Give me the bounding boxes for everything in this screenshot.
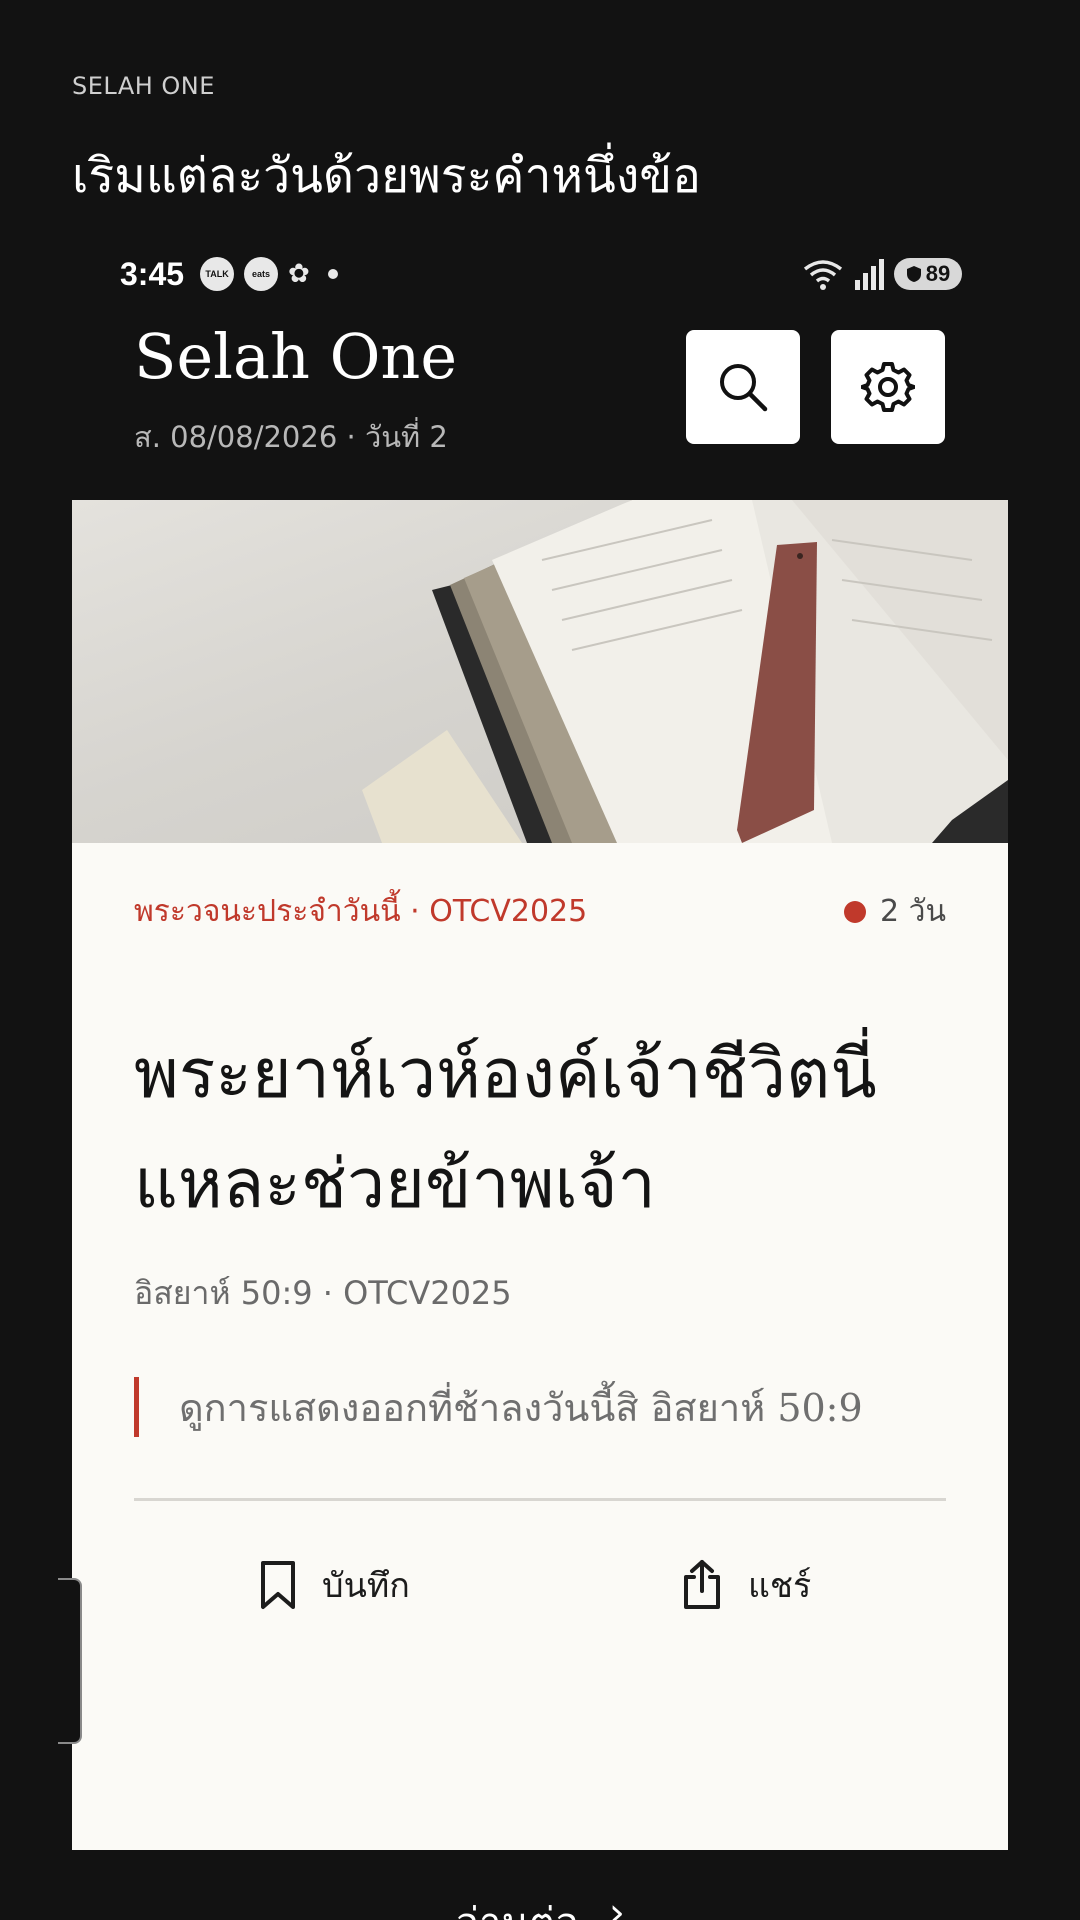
share-label: แชร์ xyxy=(748,1566,812,1606)
streak-indicator: 2 วัน xyxy=(844,888,946,935)
card-category: พระวจนะประจำวันนี้ · OTCV2025 xyxy=(134,894,588,929)
verse-reference: อิสยาห์ 50:9 · OTCV2025 xyxy=(134,1274,512,1312)
side-drawer-handle[interactable] xyxy=(58,1578,82,1744)
search-icon xyxy=(720,364,768,412)
read-more-link[interactable]: อ่านต่อ › xyxy=(0,1890,1080,1920)
search-button[interactable] xyxy=(686,330,800,444)
verse-quote: ดูการแสดงออกที่ช้าลงวันนี้สิ อิสยาห์ 50:… xyxy=(134,1377,946,1437)
chevron-right-icon: › xyxy=(608,1890,625,1920)
eats-notification-icon: eats xyxy=(244,257,279,291)
signal-icon xyxy=(855,259,884,290)
shield-icon xyxy=(906,266,921,282)
verse-quote-text: ดูการแสดงออกที่ช้าลงวันนี้สิ อิสยาห์ 50:… xyxy=(179,1385,863,1430)
talk-notification-icon: TALK xyxy=(200,257,235,291)
battery-level: 89 xyxy=(925,261,951,286)
share-icon xyxy=(684,1560,720,1609)
save-label: บันทึก xyxy=(322,1566,410,1606)
status-right: 89 xyxy=(802,257,962,291)
status-time: 3:45 xyxy=(120,255,185,292)
more-notifications-dot xyxy=(327,269,338,279)
verse-title: พระยาห์เวห์องค์เจ้าชีวิตนี่แหละช่วยข้าพเ… xyxy=(134,1035,877,1224)
hero-image xyxy=(72,500,1008,843)
wifi-icon xyxy=(803,260,843,290)
bible-illustration xyxy=(362,500,1008,843)
app-date: ส. 08/08/2026 · วันที่ 2 xyxy=(134,420,448,454)
promo-eyebrow: SELAH ONE xyxy=(72,72,215,100)
status-left: 3:45 TALK eats ✿ xyxy=(120,256,338,293)
bookmark-icon xyxy=(261,1561,295,1609)
app-header: Selah One ส. 08/08/2026 · วันที่ 2 xyxy=(134,326,457,460)
share-button[interactable]: แชร์ xyxy=(680,1558,811,1612)
settings-button[interactable] xyxy=(831,330,945,444)
read-more-label: อ่านต่อ xyxy=(455,1890,579,1920)
gear-icon xyxy=(861,362,915,412)
card-meta: พระวจนะประจำวันนี้ · OTCV2025 2 วัน xyxy=(134,888,946,935)
save-button[interactable]: บันทึก xyxy=(258,1558,410,1612)
streak-dot-icon xyxy=(844,900,867,923)
app-title: Selah One xyxy=(134,320,458,393)
verse-card[interactable]: พระวจนะประจำวันนี้ · OTCV2025 2 วัน พระย… xyxy=(72,500,1008,1850)
flower-notification-icon: ✿ xyxy=(288,259,310,289)
card-divider xyxy=(134,1498,946,1501)
battery-indicator: 89 xyxy=(894,258,962,290)
streak-label: 2 วัน xyxy=(880,894,946,929)
promo-title: เริมแต่ละวันด้วยพระคำหนึ่งข้อ xyxy=(72,148,701,204)
status-bar: 3:45 TALK eats ✿ 89 xyxy=(120,252,962,296)
